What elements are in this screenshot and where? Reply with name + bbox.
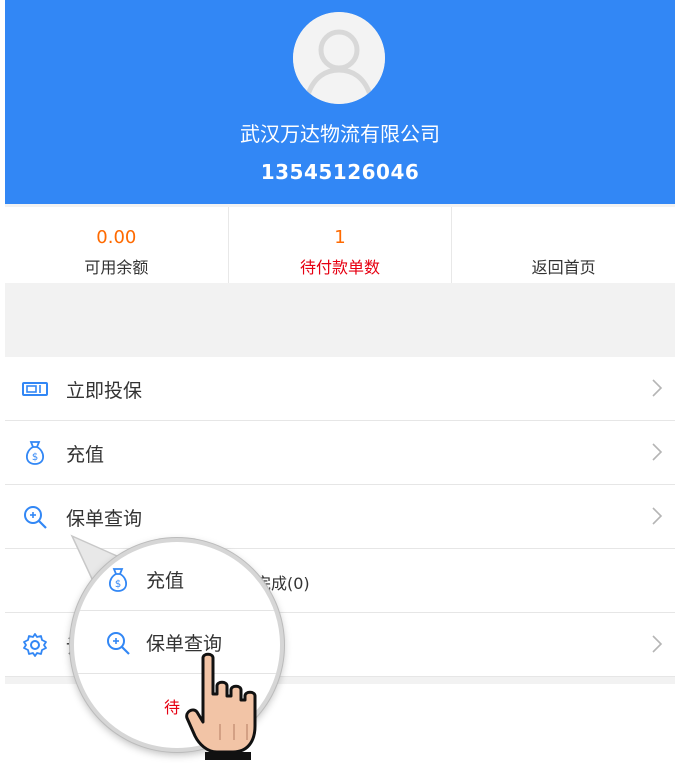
company-name: 武汉万达物流有限公司: [240, 122, 440, 146]
search-icon: [107, 632, 130, 655]
search-icon: [24, 506, 47, 529]
gear-icon: [23, 633, 47, 657]
phone-number: 13545126046: [260, 160, 420, 184]
magnified-label: 充值: [146, 570, 185, 592]
hand-pointer-icon: [185, 652, 257, 760]
money-bag-icon: $: [25, 441, 45, 465]
menu-item-label: 保单查询: [66, 508, 143, 530]
stats-bar: 0.00 可用余额 1 待付款单数 返回首页: [5, 207, 675, 283]
magnified-pending-label: 待: [164, 698, 181, 717]
balance-label: 可用余额: [84, 258, 149, 277]
stat-balance[interactable]: 0.00 可用余额: [5, 207, 229, 283]
avatar[interactable]: [293, 12, 385, 104]
profile-header: 武汉万达物流有限公司 13545126046: [5, 0, 675, 204]
menu-item-label: 立即投保: [66, 380, 143, 402]
pending-orders-value: 1: [334, 227, 346, 248]
pending-orders-label: 待付款单数: [300, 258, 381, 277]
chevron-right-icon: [652, 443, 663, 461]
chevron-right-icon: [652, 635, 663, 653]
stat-home[interactable]: 返回首页: [452, 207, 675, 283]
money-bag-icon: $: [108, 568, 128, 592]
menu-item-label: 充值: [66, 444, 105, 466]
user-icon: [293, 12, 385, 104]
magnified-recharge-row: $ 充值: [74, 548, 280, 611]
home-label: 返回首页: [531, 258, 596, 277]
menu-item-insure[interactable]: 立即投保: [5, 357, 675, 421]
menu-item-recharge[interactable]: $ 充值: [5, 421, 675, 485]
svg-text:$: $: [32, 452, 38, 463]
ticket-icon: [22, 382, 48, 396]
balance-value: 0.00: [96, 227, 137, 248]
stat-pending-orders[interactable]: 1 待付款单数: [229, 207, 453, 283]
chevron-right-icon: [652, 507, 663, 525]
svg-text:$: $: [115, 579, 121, 590]
chevron-right-icon: [652, 379, 663, 397]
